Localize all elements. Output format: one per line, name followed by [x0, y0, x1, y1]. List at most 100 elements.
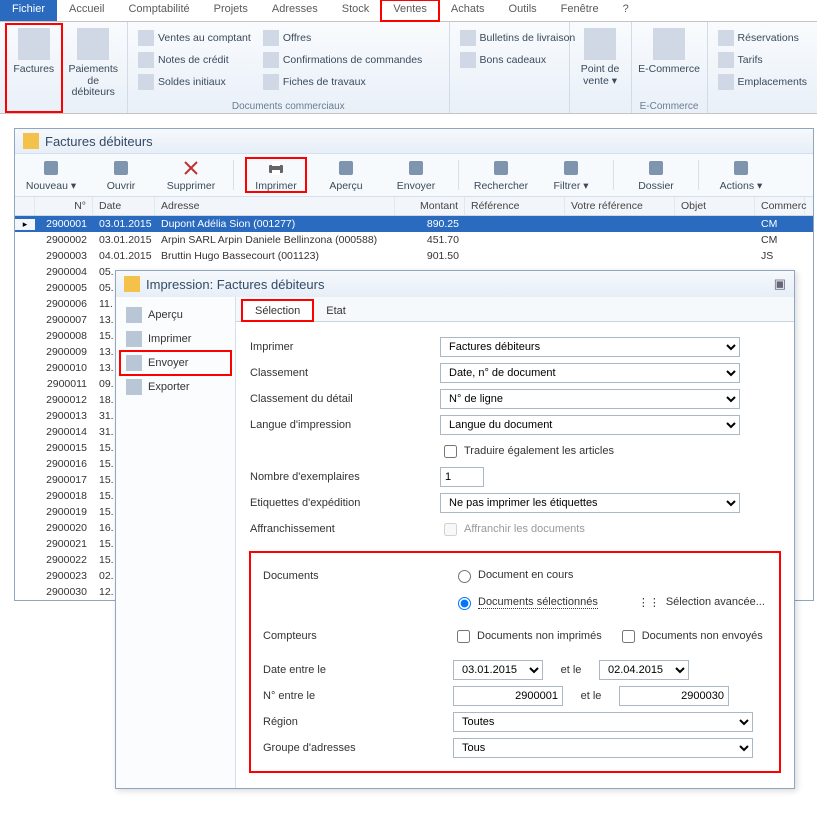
ribbon: FacturesPaiements dedébiteurs Ventes au …	[0, 22, 817, 114]
ribbon-emplacements[interactable]: Emplacements	[714, 72, 811, 92]
select-classdet[interactable]: N° de ligne	[440, 389, 740, 409]
ribbon-réservations[interactable]: Réservations	[714, 28, 811, 48]
menu-ventes[interactable]: Ventes	[381, 0, 439, 21]
table-row[interactable]: ▸290000103.01.2015Dupont Adélia Sion (00…	[15, 216, 813, 232]
side-exporter[interactable]: Exporter	[120, 375, 231, 399]
date-from[interactable]: 03.01.2015	[453, 660, 543, 680]
menu-?[interactable]: ?	[611, 0, 641, 21]
send-button[interactable]: Envoyer	[386, 158, 446, 192]
ribbon-group-label: Documents commerciaux	[134, 99, 443, 112]
new-button[interactable]: Nouveau ▾	[21, 158, 81, 192]
actions-button[interactable]: Actions ▾	[711, 158, 771, 192]
col-reference[interactable]: Référence	[465, 197, 565, 215]
ribbon-bulletins-de-livraison[interactable]: Bulletins de livraison	[456, 28, 580, 48]
delete-button[interactable]: Supprimer	[161, 158, 221, 192]
side-envoyer[interactable]: Envoyer	[120, 351, 231, 375]
table-row[interactable]: 290000304.01.2015Bruttin Hugo Bassecourt…	[15, 248, 813, 264]
dialog-tabs: SélectionEtat	[236, 297, 794, 322]
checkbox-affr[interactable]: Affranchir les documents	[440, 520, 585, 539]
label-nbex: Nombre d'exemplaires	[250, 471, 440, 483]
document-icon	[460, 30, 476, 46]
radio-doc-en-cours[interactable]: Document en cours	[453, 567, 573, 583]
ribbon-soldes-initiaux[interactable]: Soldes initiaux	[134, 72, 255, 92]
folder-button[interactable]: Dossier	[626, 158, 686, 192]
filter-button[interactable]: Filtrer ▾	[541, 158, 601, 192]
side-aperçu[interactable]: Aperçu	[120, 303, 231, 327]
action-icon	[126, 331, 142, 347]
col-your-ref[interactable]: Votre référence	[565, 197, 675, 215]
ribbon-tarifs[interactable]: Tarifs	[714, 50, 811, 70]
ribbon-notes-de-crédit[interactable]: Notes de crédit	[134, 50, 255, 70]
grid-header: N° Date Adresse Montant Référence Votre …	[15, 197, 813, 216]
side-imprimer[interactable]: Imprimer	[120, 327, 231, 351]
list-icon: ⋮⋮	[638, 596, 660, 609]
col-address[interactable]: Adresse	[155, 197, 395, 215]
menu-fichier[interactable]: Fichier	[0, 0, 57, 21]
checkbox-tradart[interactable]: Traduire également les articles	[440, 442, 614, 461]
open-button[interactable]: Ouvrir	[91, 158, 151, 192]
radio-doc-sel[interactable]: Documents sélectionnés	[453, 594, 598, 610]
menu-comptabilité[interactable]: Comptabilité	[116, 0, 201, 21]
select-region[interactable]: Toutes	[453, 712, 753, 732]
select-groupe[interactable]: Tous	[453, 738, 753, 758]
dialog-title-text: Impression: Factures débiteurs	[146, 277, 324, 292]
col-subject[interactable]: Objet	[675, 197, 755, 215]
num-from[interactable]	[453, 686, 563, 706]
dialog-title-bar[interactable]: Impression: Factures débiteurs ▣	[116, 271, 794, 297]
menu-achats[interactable]: Achats	[439, 0, 497, 21]
search-button[interactable]: Rechercher	[471, 158, 531, 192]
ribbon-e-commerce[interactable]: E-Commerce	[638, 24, 701, 99]
col-commercial[interactable]: Commerc	[755, 197, 805, 215]
ribbon-fiches-de-travaux[interactable]: Fiches de travaux	[259, 72, 426, 92]
menu-projets[interactable]: Projets	[202, 0, 260, 21]
print-dialog: Impression: Factures débiteurs ▣ AperçuI…	[115, 270, 795, 789]
spin-nbex[interactable]	[440, 467, 484, 487]
ribbon-offres[interactable]: Offres	[259, 28, 426, 48]
label-num-entre: N° entre le	[263, 690, 453, 702]
chevron-down-icon: ▾	[757, 180, 762, 192]
document-icon	[718, 74, 734, 90]
selection-section: Documents Document en cours Documents sé…	[250, 552, 780, 772]
menu-fenêtre[interactable]: Fenêtre	[549, 0, 611, 21]
select-langue[interactable]: Langue du document	[440, 415, 740, 435]
label-documents: Documents	[263, 570, 453, 582]
print-button[interactable]: Imprimer	[246, 158, 306, 192]
ribbon-bons-cadeaux[interactable]: Bons cadeaux	[456, 50, 580, 70]
col-amount[interactable]: Montant	[395, 197, 465, 215]
ribbon-group-label: E-Commerce	[638, 99, 701, 112]
label-etiq: Etiquettes d'expédition	[250, 497, 440, 509]
select-imprimer[interactable]: Factures débiteurs	[440, 337, 740, 357]
action-icon	[126, 307, 142, 323]
label-et-le: et le	[551, 664, 591, 676]
window-toolbar: Nouveau ▾ Ouvrir Supprimer Imprimer Aperçu En…	[15, 153, 813, 197]
menu-adresses[interactable]: Adresses	[260, 0, 330, 21]
preview-button[interactable]: Aperçu	[316, 158, 376, 192]
ribbon-factures[interactable]: Factures	[6, 24, 62, 112]
label-affr: Affranchissement	[250, 523, 440, 535]
label-region: Région	[263, 716, 453, 728]
document-icon	[263, 52, 279, 68]
select-classement[interactable]: Date, n° de document	[440, 363, 740, 383]
menu-accueil[interactable]: Accueil	[57, 0, 116, 21]
checkbox-nonenv[interactable]: Documents non envoyés	[618, 627, 763, 646]
ribbon-ventes-au-comptant[interactable]: Ventes au comptant	[134, 28, 255, 48]
document-icon	[263, 30, 279, 46]
num-to[interactable]	[619, 686, 729, 706]
tab-etat[interactable]: Etat	[313, 300, 359, 321]
ribbon-confirmations-de-commandes[interactable]: Confirmations de commandes	[259, 50, 426, 70]
close-icon[interactable]: ▣	[774, 276, 786, 292]
menu-outils[interactable]: Outils	[497, 0, 549, 21]
table-row[interactable]: 290000203.01.2015Arpin SARL Arpin Daniel…	[15, 232, 813, 248]
select-etiq[interactable]: Ne pas imprimer les étiquettes	[440, 493, 740, 513]
col-number[interactable]: N°	[35, 197, 93, 215]
document-icon	[124, 276, 140, 292]
ribbon-point de[interactable]: Point devente ▾	[576, 24, 625, 112]
checkbox-nonimp[interactable]: Documents non imprimés	[453, 627, 602, 646]
tab-sélection[interactable]: Sélection	[242, 300, 313, 321]
link-selection-avancee[interactable]: ⋮⋮Sélection avancée...	[638, 596, 765, 609]
menu-stock[interactable]: Stock	[330, 0, 382, 21]
col-date[interactable]: Date	[93, 197, 155, 215]
action-icon	[126, 355, 142, 371]
date-to[interactable]: 02.04.2015	[599, 660, 689, 680]
ribbon-paiements de[interactable]: Paiements dedébiteurs	[66, 24, 122, 112]
